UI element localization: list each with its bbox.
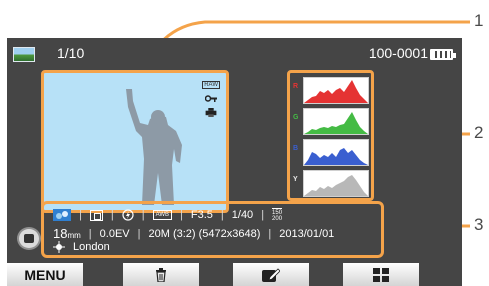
location-value: London [73,241,110,253]
histogram-luminance [303,170,369,197]
info-row-1: | | | AWB | F3.5 | 1/40 | 150 200 [53,208,283,222]
date-value: 2013/01/01 [279,227,335,240]
histogram-label-r: R [293,83,299,90]
resolution-value: 20M (3:2) (5472x3648) [148,227,261,240]
aperture-value: F3.5 [190,209,213,221]
white-balance-badge: AWB [152,210,173,220]
display-toggle-button[interactable] [17,227,41,250]
person-silhouette-image [126,89,182,205]
photo-style-icon [53,209,71,221]
trash-icon [156,267,166,282]
raw-badge: RAW [202,81,220,89]
file-number: 100-0001 [368,45,428,61]
callout-1: 1 [474,11,484,30]
photo-preview[interactable]: RAW [41,70,229,213]
focal-length-value: 18 [53,226,68,241]
callout-3: 3 [474,215,484,234]
top-bar: 1/10 100-0001 [7,38,462,66]
image-counter: 1/10 [57,45,85,61]
shutter-value: 1/40 [231,209,254,221]
shooting-info-panel: | | | AWB | F3.5 | 1/40 | 150 200 18mm |… [41,201,384,258]
focal-length-unit: mm [67,231,81,240]
flash-off-icon [122,209,134,221]
gps-location-icon [53,241,65,253]
histogram-label-y: Y [293,176,298,183]
metering-icon [89,209,103,221]
callout-2: 2 [474,123,484,142]
thumbnail-view-icon [373,267,389,282]
info-row-2: 18mm | 0.0EV | 20M (3:2) (5472x3648) | 2… [53,226,335,241]
photo-status-icons: RAW [202,81,220,117]
histogram-green [303,108,369,135]
exposure-value: 0.0EV [99,227,130,240]
histogram-label-b: B [293,145,299,152]
edit-button[interactable] [233,263,309,286]
iso-sub-value: 200 [272,216,283,222]
focal-length: 18mm [53,226,81,241]
protect-key-icon [205,95,218,102]
photo-mode-icon [13,47,35,62]
print-icon [205,108,217,117]
histogram-label-g: G [293,114,299,121]
histogram-panel: R G B Y [287,70,374,201]
camera-screen: 1/10 100-0001 RAW R G B Y | | | AWB | F3… [7,38,462,286]
histogram-red [303,77,369,104]
edit-icon [262,267,280,282]
battery-icon [430,49,456,60]
thumbnail-view-button[interactable] [343,263,419,286]
menu-button[interactable]: MENU [7,263,83,286]
info-row-3: London [53,241,110,253]
iso-badge: 150 200 [272,208,283,222]
delete-button[interactable] [123,263,199,286]
histogram-blue [303,139,369,166]
bottom-button-bar: MENU [7,260,462,286]
